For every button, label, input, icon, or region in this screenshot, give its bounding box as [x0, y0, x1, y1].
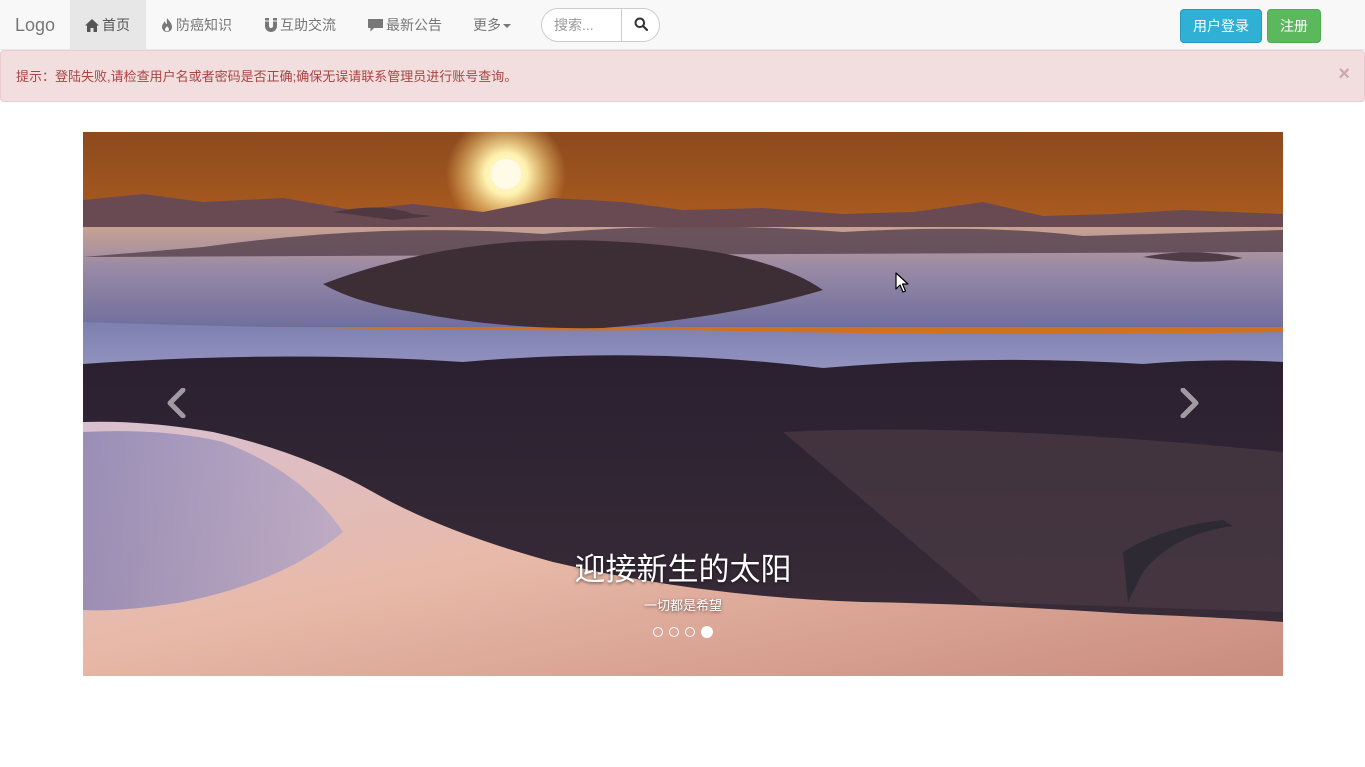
carousel-indicator[interactable] — [685, 627, 695, 637]
carousel-indicator-active[interactable] — [701, 626, 713, 638]
search-input[interactable] — [541, 8, 621, 42]
brand-logo[interactable]: Logo — [15, 14, 55, 36]
image-carousel: 迎接新生的太阳 一切都是希望 — [83, 132, 1283, 676]
chevron-left-icon — [165, 387, 187, 421]
magnet-icon — [265, 17, 280, 33]
carousel-indicators — [83, 626, 1283, 638]
fire-icon — [161, 17, 176, 33]
nav-item-label: 更多 — [473, 17, 501, 33]
home-icon — [85, 17, 102, 33]
nav-item-label: 互助交流 — [280, 17, 336, 33]
comment-icon — [368, 17, 386, 33]
carousel-prev-control[interactable] — [83, 132, 263, 676]
login-error-alert: 提示：登陆失败,请检查用户名或者密码是否正确;确保无误请联系管理员进行账号查询。… — [0, 50, 1365, 102]
nav-item-label: 防癌知识 — [176, 17, 232, 33]
carousel-indicator[interactable] — [669, 627, 679, 637]
register-button[interactable]: 注册 — [1267, 9, 1321, 43]
search-button[interactable] — [621, 8, 660, 42]
login-button[interactable]: 用户登录 — [1180, 9, 1262, 43]
close-icon[interactable]: × — [1338, 64, 1350, 84]
nav-item-home[interactable]: 首页 — [70, 0, 146, 50]
mouse-cursor-icon — [895, 272, 909, 293]
carousel-next-control[interactable] — [1103, 132, 1283, 676]
caret-down-icon — [503, 24, 511, 28]
navbar: Logo 首页 防癌知识 互助交流 最新公告 更多 用户登录 注册 — [0, 0, 1365, 50]
search-icon — [634, 17, 648, 34]
nav-item-label: 首页 — [102, 17, 130, 33]
nav-item-announcements[interactable]: 最新公告 — [368, 0, 442, 50]
carousel-caption-title: 迎接新生的太阳 — [574, 552, 792, 587]
alert-message: 提示：登陆失败,请检查用户名或者密码是否正确;确保无误请联系管理员进行账号查询。 — [16, 69, 518, 84]
nav-item-mutual-exchange[interactable]: 互助交流 — [265, 0, 336, 50]
nav-item-cancer-knowledge[interactable]: 防癌知识 — [161, 0, 232, 50]
nav-item-label: 最新公告 — [386, 17, 442, 33]
carousel-caption-subtitle: 一切都是希望 — [643, 598, 722, 613]
nav-item-more-dropdown[interactable]: 更多 — [473, 0, 511, 50]
carousel-indicator[interactable] — [653, 627, 663, 637]
chevron-right-icon — [1179, 387, 1201, 421]
